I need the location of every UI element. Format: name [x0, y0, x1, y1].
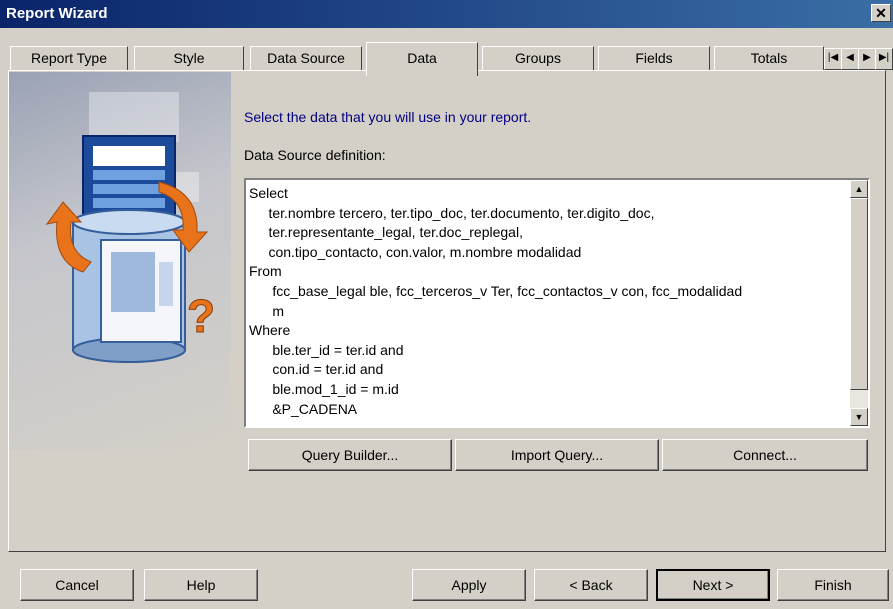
tab-prev-icon[interactable]: ◀	[841, 48, 859, 70]
close-icon[interactable]: ✕	[871, 4, 891, 22]
vertical-scrollbar[interactable]: ▲ ▼	[850, 180, 868, 426]
tab-totals[interactable]: Totals	[714, 46, 824, 70]
sql-editor[interactable]: Select ter.nombre tercero, ter.tipo_doc,…	[244, 178, 870, 428]
scroll-up-icon[interactable]: ▲	[850, 180, 868, 198]
scroll-down-icon[interactable]: ▼	[850, 408, 868, 426]
tab-strip: Report Type Style Data Source Data Group…	[0, 38, 893, 76]
tab-data[interactable]: Data	[366, 42, 478, 76]
scroll-thumb[interactable]	[850, 198, 868, 390]
tab-data-source[interactable]: Data Source	[250, 46, 362, 70]
tab-style[interactable]: Style	[134, 46, 244, 70]
tab-report-type[interactable]: Report Type	[10, 46, 128, 70]
sql-text[interactable]: Select ter.nombre tercero, ter.tipo_doc,…	[249, 184, 742, 419]
instruction-text: Select the data that you will use in you…	[244, 109, 532, 125]
wizard-illustration: ?	[9, 72, 231, 450]
cancel-button[interactable]: Cancel	[20, 569, 134, 601]
svg-text:?: ?	[187, 290, 215, 342]
tab-last-icon[interactable]: ▶|	[875, 48, 893, 70]
window-title: Report Wizard	[6, 5, 108, 22]
definition-label: Data Source definition:	[244, 147, 386, 163]
tab-fields[interactable]: Fields	[598, 46, 710, 70]
query-builder-button[interactable]: Query Builder...	[248, 439, 452, 471]
help-button[interactable]: Help	[144, 569, 258, 601]
tab-groups[interactable]: Groups	[482, 46, 594, 70]
apply-button[interactable]: Apply	[412, 569, 526, 601]
next-button[interactable]: Next >	[656, 569, 770, 601]
finish-button[interactable]: Finish	[777, 569, 889, 601]
report-illustration-icon: ?	[45, 92, 216, 363]
tab-first-icon[interactable]: |◀	[824, 48, 842, 70]
back-button[interactable]: < Back	[534, 569, 648, 601]
tab-next-icon[interactable]: ▶	[858, 48, 876, 70]
tab-scroll-nav: |◀ ◀ ▶ ▶|	[824, 48, 893, 70]
title-bar: Report Wizard ✕	[0, 0, 893, 28]
import-query-button[interactable]: Import Query...	[455, 439, 659, 471]
connect-button[interactable]: Connect...	[662, 439, 868, 471]
